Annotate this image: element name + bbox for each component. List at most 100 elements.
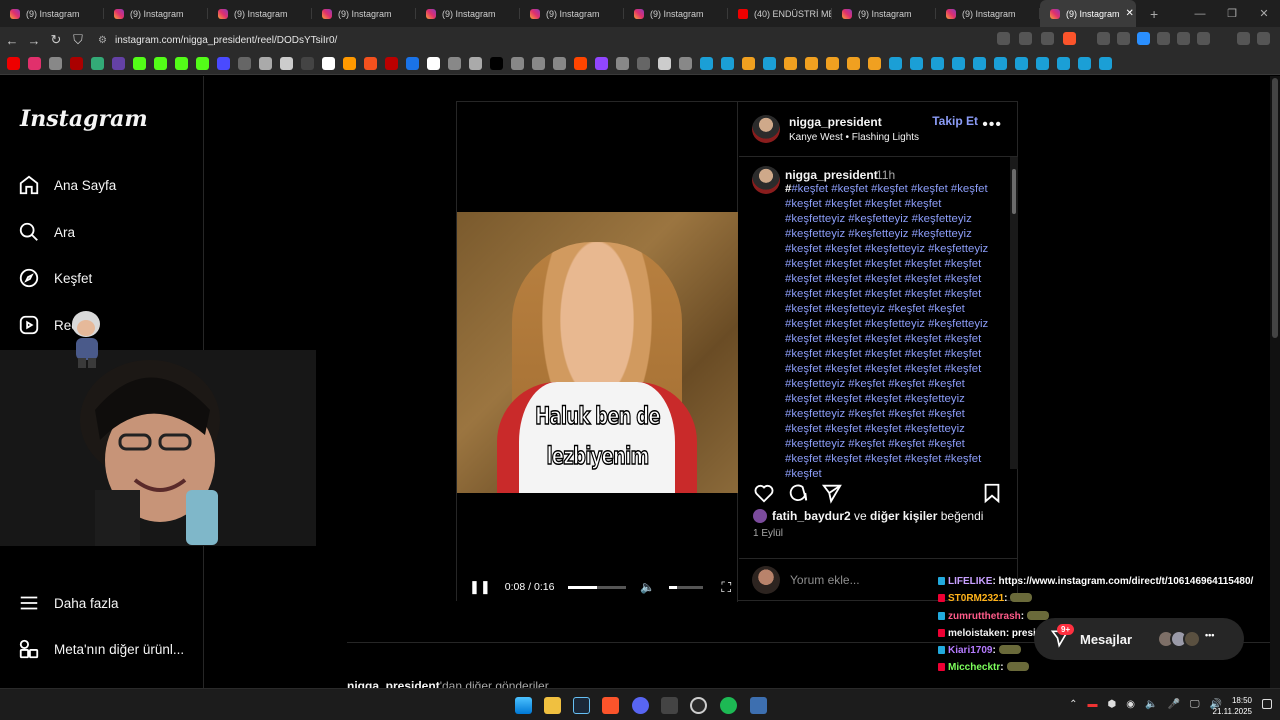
- bookmark-icon[interactable]: [721, 57, 734, 70]
- bookmark-icon[interactable]: [532, 57, 545, 70]
- bookmark-icon[interactable]: [1099, 57, 1112, 70]
- reload-icon[interactable]: ↻: [46, 32, 66, 48]
- extension-icon[interactable]: [1117, 32, 1130, 45]
- close-tab-icon[interactable]: ✕: [1126, 8, 1134, 19]
- like-icon[interactable]: [753, 482, 775, 504]
- nav-meta-products[interactable]: Meta'nın diğer ürünl...: [18, 638, 184, 660]
- site-info-icon[interactable]: ⚙: [98, 35, 107, 46]
- bookmark-icon[interactable]: [910, 57, 923, 70]
- bookmark-icon[interactable]: ⛉: [68, 32, 88, 48]
- volume-slider[interactable]: [669, 585, 704, 589]
- nav-search[interactable]: Ara: [18, 221, 75, 243]
- bookmark-icon[interactable]: [70, 57, 83, 70]
- bookmark-icon[interactable]: [637, 57, 650, 70]
- minimize-icon[interactable]: —: [1184, 8, 1216, 20]
- bookmark-icon[interactable]: [1057, 57, 1070, 70]
- steam-icon[interactable]: [573, 697, 590, 714]
- bookmark-icon[interactable]: [154, 57, 167, 70]
- browser-tab[interactable]: (9) Instagram: [312, 0, 416, 27]
- brave-icon[interactable]: [602, 697, 619, 714]
- app-icon[interactable]: [661, 697, 678, 714]
- bookmark-icon[interactable]: [679, 57, 692, 70]
- browser-tab[interactable]: (40) ENDÜSTRİ ME: [728, 0, 832, 27]
- bookmark-icon[interactable]: [322, 57, 335, 70]
- bookmark-icon[interactable]: [406, 57, 419, 70]
- zoom-icon[interactable]: [1019, 32, 1032, 45]
- extension-icon[interactable]: [1137, 32, 1150, 45]
- bookmark-icon[interactable]: [469, 57, 482, 70]
- bookmark-icon[interactable]: [1015, 57, 1028, 70]
- bookmark-icon[interactable]: [847, 57, 860, 70]
- extension-icon[interactable]: [1157, 32, 1170, 45]
- bookmark-icon[interactable]: [133, 57, 146, 70]
- video-frame[interactable]: Haluk ben de lezbiyenim: [457, 212, 738, 493]
- bookmark-icon[interactable]: [427, 57, 440, 70]
- caption-scrollbar[interactable]: [1010, 157, 1018, 469]
- bookmark-icon[interactable]: [196, 57, 209, 70]
- bookmark-icon[interactable]: [448, 57, 461, 70]
- bookmark-icon[interactable]: [700, 57, 713, 70]
- bookmark-icon[interactable]: [1078, 57, 1091, 70]
- bookmark-icon[interactable]: [574, 57, 587, 70]
- liker-username[interactable]: fatih_baydur2: [772, 509, 851, 523]
- browser-tab[interactable]: (9) Instagram: [832, 0, 936, 27]
- chat-username[interactable]: LIFELIKE: [948, 576, 992, 587]
- bookmark-icon[interactable]: [805, 57, 818, 70]
- comment-input[interactable]: Yorum ekle...: [790, 573, 860, 587]
- app-icon[interactable]: [750, 697, 767, 714]
- chat-username[interactable]: Micchecktr: [948, 662, 1000, 673]
- speaker-icon[interactable]: 🔈: [1145, 699, 1157, 710]
- tray-app-icon[interactable]: ▬: [1088, 699, 1098, 710]
- bookmark-icon[interactable]: [784, 57, 797, 70]
- bookmark-icon[interactable]: [385, 57, 398, 70]
- bookmark-icon[interactable]: [343, 57, 356, 70]
- chat-username[interactable]: ST0RM2321: [948, 593, 1004, 604]
- caption-avatar[interactable]: [752, 166, 780, 194]
- new-tab-icon[interactable]: +: [1150, 6, 1158, 22]
- browser-tab[interactable]: (9) Instagram: [104, 0, 208, 27]
- bookmark-icon[interactable]: [91, 57, 104, 70]
- bookmark-icon[interactable]: [280, 57, 293, 70]
- tray-steam-icon[interactable]: ◉: [1126, 699, 1135, 710]
- bookmark-icon[interactable]: [994, 57, 1007, 70]
- video-player[interactable]: Haluk ben de lezbiyenim ❚❚ 0:08 / 0:16 🔈…: [457, 102, 738, 602]
- nav-home[interactable]: Ana Sayfa: [18, 174, 116, 196]
- bookmark-icon[interactable]: [763, 57, 776, 70]
- chevron-up-icon[interactable]: ⌃: [1069, 699, 1077, 710]
- more-options-icon[interactable]: •••: [982, 116, 1002, 134]
- liker-avatar[interactable]: [753, 509, 767, 523]
- notification-icon[interactable]: [1262, 699, 1272, 709]
- bookmark-icon[interactable]: [112, 57, 125, 70]
- puzzle-icon[interactable]: [1177, 32, 1190, 45]
- follow-button[interactable]: Takip Et: [932, 114, 978, 128]
- media-icon[interactable]: [1237, 32, 1250, 45]
- bookmark-icon[interactable]: [364, 57, 377, 70]
- bookmark-icon[interactable]: [217, 57, 230, 70]
- fullscreen-icon[interactable]: ⛶: [721, 579, 731, 596]
- volume-icon[interactable]: 🔈: [640, 580, 655, 594]
- bookmark-icon[interactable]: [238, 57, 251, 70]
- network-icon[interactable]: 🖵: [1190, 699, 1200, 710]
- chat-username[interactable]: Kiari1709: [948, 645, 992, 656]
- forward-icon[interactable]: →: [24, 33, 44, 48]
- bookmark-icon[interactable]: [511, 57, 524, 70]
- sidebar-icon[interactable]: [1197, 32, 1210, 45]
- url-field[interactable]: ⚙ instagram.com/nigga_president/reel/DOD…: [90, 30, 970, 50]
- nav-more[interactable]: Daha fazla: [18, 592, 119, 614]
- browser-tab[interactable]: (9) Instagram: [416, 0, 520, 27]
- file-explorer-icon[interactable]: [544, 697, 561, 714]
- bookmark-icon[interactable]: [175, 57, 188, 70]
- browser-tab[interactable]: (9) Instagram: [0, 0, 104, 27]
- spotify-icon[interactable]: [720, 697, 737, 714]
- likes-others[interactable]: diğer kişiler: [870, 509, 937, 523]
- extension-icon[interactable]: [1097, 32, 1110, 45]
- browser-tab[interactable]: (9) Instagram: [624, 0, 728, 27]
- bookmark-icon[interactable]: [742, 57, 755, 70]
- bookmark-icon[interactable]: [28, 57, 41, 70]
- nav-explore[interactable]: Keşfet: [18, 267, 92, 289]
- cast-icon[interactable]: [997, 32, 1010, 45]
- bookmark-icon[interactable]: [616, 57, 629, 70]
- comment-icon[interactable]: [787, 482, 809, 504]
- obs-icon[interactable]: [690, 697, 707, 714]
- bookmark-icon[interactable]: [952, 57, 965, 70]
